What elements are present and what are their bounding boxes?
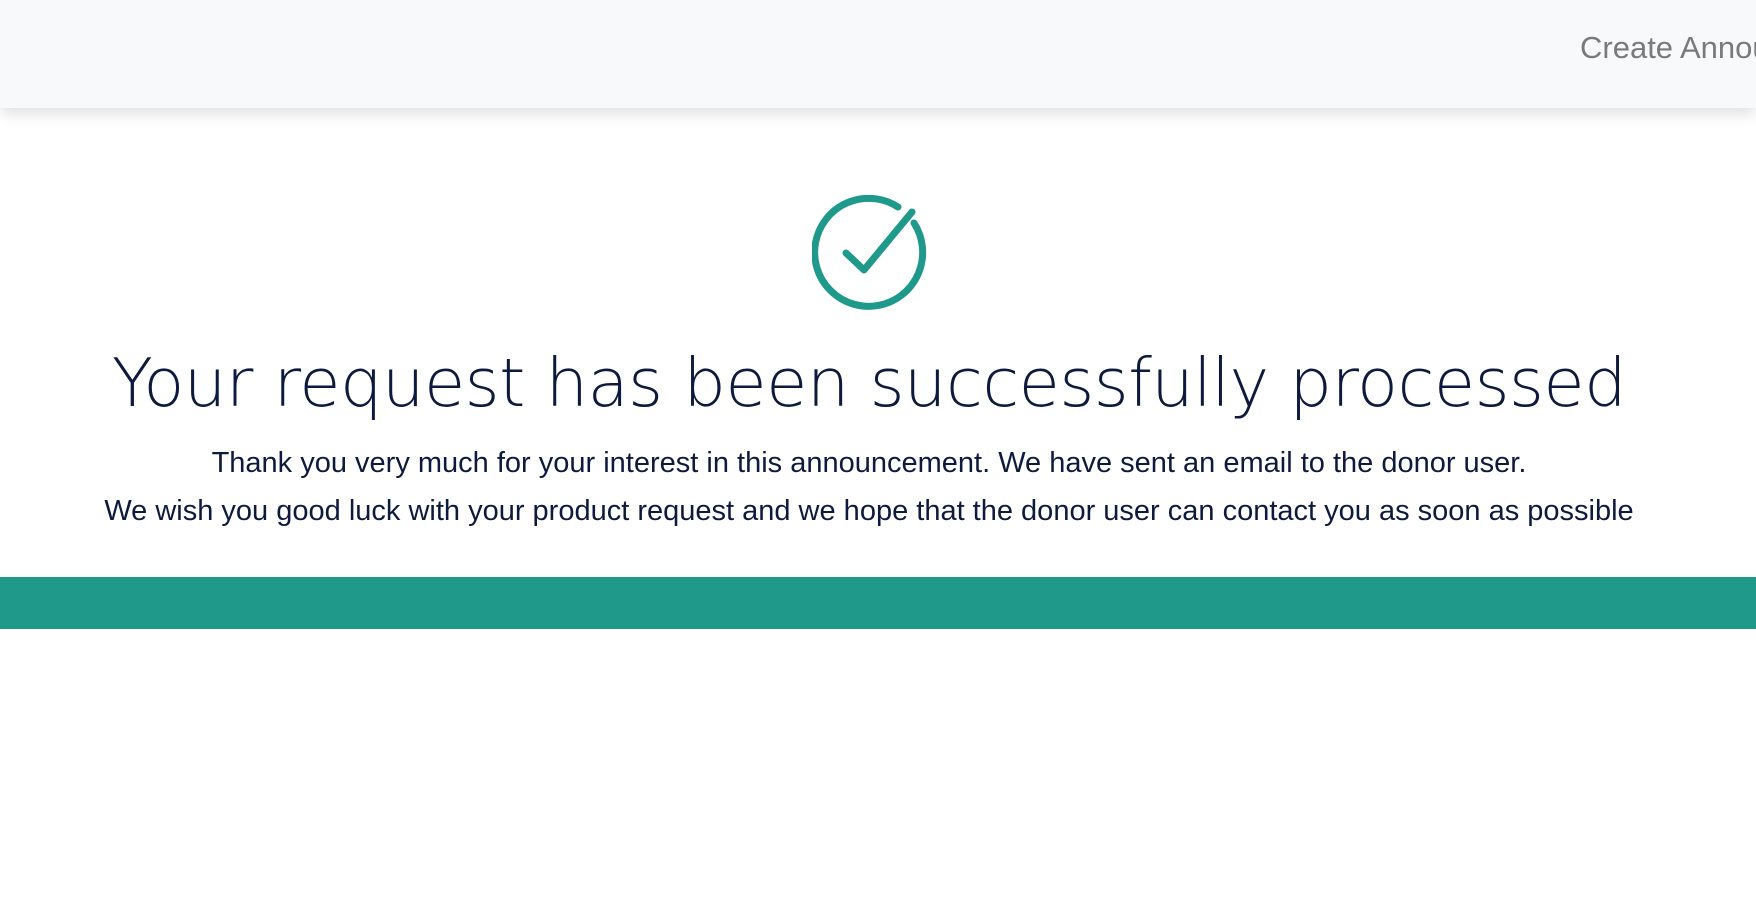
page-title: Your request has been successfully proce… xyxy=(111,344,1627,422)
footer-accent-band xyxy=(0,577,1756,629)
top-navbar: Create Announcement xyxy=(0,0,1756,108)
create-announcement-link[interactable]: Create Announcement xyxy=(1580,30,1756,66)
check-circle-icon xyxy=(811,194,928,311)
confirmation-message-line-1: Thank you very much for your interest in… xyxy=(211,447,1527,479)
confirmation-message-line-2: We wish you good luck with your product … xyxy=(104,495,1634,527)
